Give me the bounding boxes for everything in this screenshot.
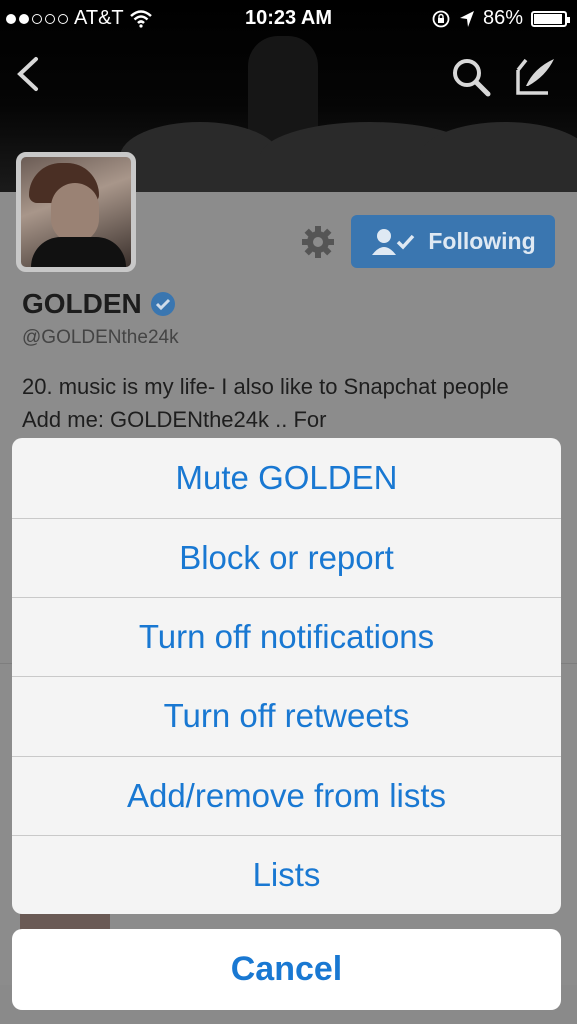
banner-crowd xyxy=(420,122,577,192)
gear-icon[interactable] xyxy=(300,224,336,260)
battery-icon xyxy=(531,10,570,27)
action-sheet: Mute GOLDEN Block or report Turn off not… xyxy=(12,438,561,914)
turn-off-retweets-option[interactable]: Turn off retweets xyxy=(12,676,561,755)
profile-bio: 20. music is my life- I also like to Sna… xyxy=(22,374,509,432)
search-icon[interactable] xyxy=(450,56,492,98)
turn-off-notifications-option[interactable]: Turn off notifications xyxy=(12,597,561,676)
rotation-lock-icon xyxy=(432,10,450,27)
back-chevron-icon[interactable] xyxy=(14,56,44,92)
status-bar: AT&T 10:23 AM 86% xyxy=(0,0,577,36)
profile-name: GOLDEN xyxy=(22,288,142,319)
following-button[interactable]: Following xyxy=(351,215,555,268)
profile-handle: @GOLDENthe24k xyxy=(22,327,179,348)
lists-option[interactable]: Lists xyxy=(12,835,561,914)
verified-badge-icon xyxy=(150,292,175,316)
compose-icon[interactable] xyxy=(514,56,558,96)
person-check-icon xyxy=(372,228,415,255)
profile-name-row: GOLDEN xyxy=(22,288,176,320)
add-remove-lists-option[interactable]: Add/remove from lists xyxy=(12,756,561,835)
battery-percent: 86% xyxy=(482,7,523,29)
cancel-button[interactable]: Cancel xyxy=(12,929,561,1010)
mute-option[interactable]: Mute GOLDEN xyxy=(12,438,561,517)
block-report-option[interactable]: Block or report xyxy=(12,518,561,597)
following-label: Following xyxy=(428,228,536,254)
location-arrow-icon xyxy=(459,10,474,27)
banner-crowd xyxy=(120,122,280,192)
avatar[interactable] xyxy=(16,152,136,272)
status-right: 86% xyxy=(431,7,570,30)
